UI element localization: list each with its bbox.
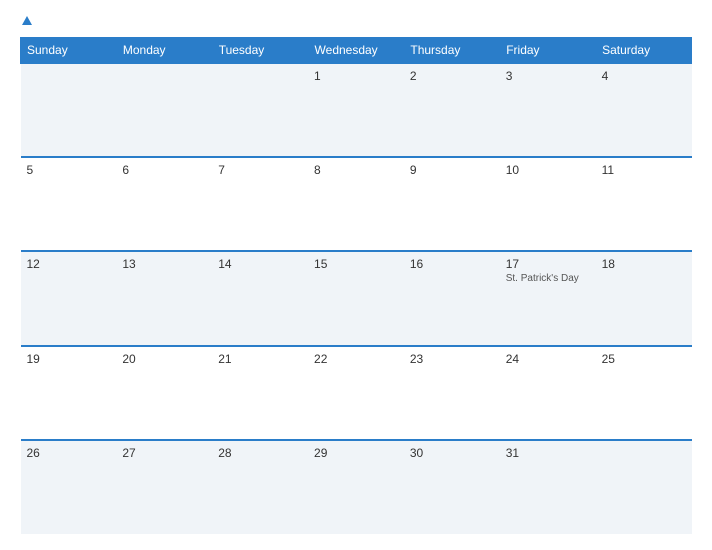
day-cell: 30 [404,440,500,534]
day-number: 30 [410,446,494,460]
week-row-3: 12 13 14 15 16 17 St. Patrick's Day 18 [21,251,692,345]
day-cell: 8 [308,157,404,251]
day-cell [212,63,308,157]
weekday-header-tuesday: Tuesday [212,38,308,64]
day-cell: 5 [21,157,117,251]
day-number: 14 [218,257,302,271]
day-cell: 10 [500,157,596,251]
week-row-5: 26 27 28 29 30 31 [21,440,692,534]
day-number: 15 [314,257,398,271]
week-row-4: 19 20 21 22 23 24 25 [21,346,692,440]
day-number: 6 [122,163,206,177]
logo-triangle-icon [22,16,32,25]
logo [20,16,32,25]
day-cell: 18 [596,251,692,345]
day-cell: 28 [212,440,308,534]
day-number: 20 [122,352,206,366]
day-cell: 17 St. Patrick's Day [500,251,596,345]
day-number: 13 [122,257,206,271]
day-cell [596,440,692,534]
day-cell: 15 [308,251,404,345]
day-cell: 13 [116,251,212,345]
day-cell: 23 [404,346,500,440]
day-cell: 22 [308,346,404,440]
day-cell: 4 [596,63,692,157]
day-cell: 12 [21,251,117,345]
day-cell: 14 [212,251,308,345]
event-label: St. Patrick's Day [506,273,590,284]
weekday-header-wednesday: Wednesday [308,38,404,64]
day-number: 22 [314,352,398,366]
day-number: 8 [314,163,398,177]
day-number: 28 [218,446,302,460]
day-number: 18 [602,257,686,271]
weekday-header-saturday: Saturday [596,38,692,64]
day-cell: 31 [500,440,596,534]
day-cell: 11 [596,157,692,251]
day-cell: 21 [212,346,308,440]
day-number: 12 [27,257,111,271]
day-number: 19 [27,352,111,366]
day-number: 25 [602,352,686,366]
day-number: 17 [506,257,590,271]
weekday-header-row: SundayMondayTuesdayWednesdayThursdayFrid… [21,38,692,64]
weekday-header-monday: Monday [116,38,212,64]
day-cell: 2 [404,63,500,157]
day-number: 23 [410,352,494,366]
day-number: 7 [218,163,302,177]
calendar-table: SundayMondayTuesdayWednesdayThursdayFrid… [20,37,692,534]
day-number: 10 [506,163,590,177]
calendar-header [20,16,692,25]
day-number: 9 [410,163,494,177]
day-number: 16 [410,257,494,271]
day-number: 29 [314,446,398,460]
day-number: 1 [314,69,398,83]
weekday-header-friday: Friday [500,38,596,64]
weekday-header-sunday: Sunday [21,38,117,64]
weekday-header-thursday: Thursday [404,38,500,64]
day-cell: 7 [212,157,308,251]
week-row-1: 1234 [21,63,692,157]
day-number: 4 [602,69,686,83]
day-cell: 19 [21,346,117,440]
day-cell: 25 [596,346,692,440]
day-number: 2 [410,69,494,83]
day-cell: 24 [500,346,596,440]
day-cell: 9 [404,157,500,251]
day-cell [116,63,212,157]
day-number: 24 [506,352,590,366]
day-number: 27 [122,446,206,460]
day-cell [21,63,117,157]
day-number: 31 [506,446,590,460]
week-row-2: 56789 10 11 [21,157,692,251]
day-number: 11 [602,163,686,177]
day-cell: 16 [404,251,500,345]
day-cell: 20 [116,346,212,440]
day-cell: 3 [500,63,596,157]
day-number: 26 [27,446,111,460]
day-number: 21 [218,352,302,366]
day-number: 5 [27,163,111,177]
day-cell: 29 [308,440,404,534]
day-cell: 27 [116,440,212,534]
day-number: 3 [506,69,590,83]
day-cell: 6 [116,157,212,251]
day-cell: 1 [308,63,404,157]
day-cell: 26 [21,440,117,534]
